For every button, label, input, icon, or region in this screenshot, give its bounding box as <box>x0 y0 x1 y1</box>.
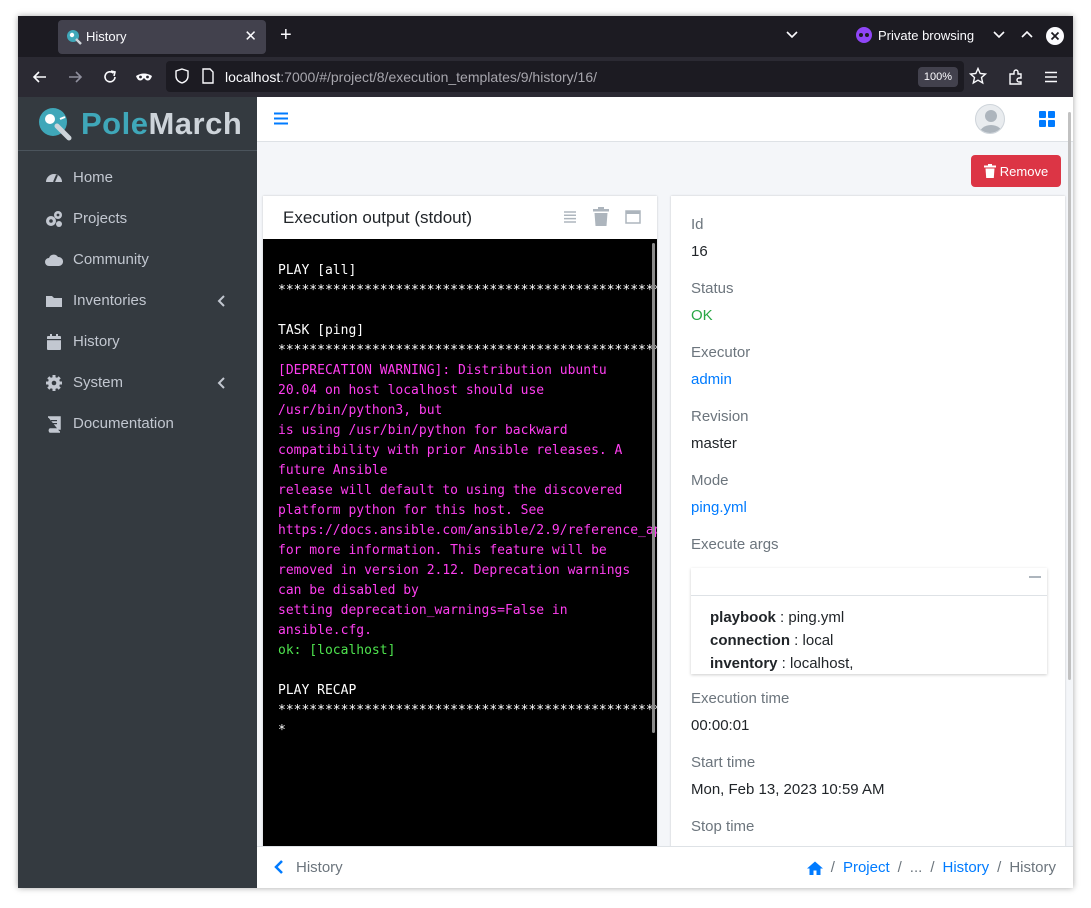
page-icon <box>202 68 214 84</box>
extensions-puzzle-icon[interactable] <box>1007 68 1025 86</box>
private-browsing-indicator: Private browsing <box>856 27 974 43</box>
navigation-bar: localhost:7000/#/project/8/execution_tem… <box>18 57 1073 97</box>
field-execution-time: Execution time 00:00:01 <box>691 690 790 734</box>
field-revision: Revision master <box>691 408 749 452</box>
chevron-left-icon[interactable] <box>217 377 227 389</box>
executor-link[interactable]: admin <box>691 371 750 388</box>
field-status: Status OK <box>691 280 734 324</box>
user-avatar-icon <box>979 110 1003 133</box>
sidebar-item-inventories[interactable]: Inventories <box>18 280 257 321</box>
new-tab-icon[interactable]: + <box>280 24 292 46</box>
brand[interactable]: PoleMarch <box>18 97 257 151</box>
tab-bar: History ✕ + Private browsing <box>18 16 1073 57</box>
breadcrumb-ellipsis[interactable]: ... <box>910 859 923 876</box>
shield-icon[interactable] <box>174 68 190 84</box>
folder-icon <box>46 296 62 307</box>
brand-name: PoleMarch <box>81 106 243 141</box>
sidebar-menu: Home Projects Community Inventories Hist… <box>18 157 257 444</box>
polemarch-favicon-icon <box>67 30 82 45</box>
execute-args-box: playbook : ping.yml connection : local i… <box>691 568 1047 674</box>
sidebar: PoleMarch Home Projects Community Invent… <box>18 97 257 888</box>
field-executor: Executor admin <box>691 344 751 388</box>
mode-link[interactable]: ping.yml <box>691 499 747 516</box>
sidebar-item-projects[interactable]: Projects <box>18 198 257 239</box>
back-arrow-icon[interactable] <box>31 68 49 86</box>
forward-arrow-icon[interactable] <box>66 68 84 86</box>
terminal-lines-recap: PLAY RECAP *****************************… <box>278 683 657 738</box>
args-box-header <box>691 568 1047 596</box>
top-header <box>257 97 1073 142</box>
polemarch-logo-icon <box>39 108 72 141</box>
chevron-left-icon[interactable] <box>217 295 227 307</box>
hamburger-menu-icon[interactable] <box>274 112 288 125</box>
private-mask-icon <box>856 27 872 43</box>
field-start-time: Start time Mon, Feb 13, 2023 10:59 AM <box>691 754 885 798</box>
bookmark-star-icon[interactable] <box>969 67 987 85</box>
clear-trash-icon[interactable] <box>593 207 609 226</box>
sidebar-item-history[interactable]: History <box>18 321 257 362</box>
terminal-lines-top: PLAY [all] *****************************… <box>278 263 657 358</box>
app-menu-icon[interactable] <box>1042 68 1060 86</box>
browser-window: History ✕ + Private browsing localhost:7… <box>18 16 1073 888</box>
sidebar-item-documentation[interactable]: Documentation <box>18 403 257 444</box>
tab-close-icon[interactable]: ✕ <box>244 27 257 45</box>
args-list: playbook : ping.yml connection : local i… <box>691 596 1047 675</box>
trash-icon <box>983 164 996 178</box>
details-scrollbar[interactable] <box>1068 112 1071 680</box>
zoom-level[interactable]: 100% <box>918 67 958 87</box>
execution-output-card: Execution output (stdout) PLAY [all] ***… <box>263 196 657 888</box>
collapse-minus-icon[interactable] <box>1029 576 1041 578</box>
back-chevron-icon[interactable] <box>274 859 284 875</box>
cloud-icon <box>45 254 63 266</box>
remove-button[interactable]: Remove <box>971 155 1061 187</box>
fullscreen-window-icon[interactable] <box>625 209 641 225</box>
ok-line: ok: [localhost] <box>278 643 396 658</box>
footer: History / Project / ... / History / Hist… <box>257 846 1073 888</box>
home-icon[interactable] <box>806 861 823 875</box>
gear-icon <box>46 375 62 391</box>
lines-icon[interactable] <box>562 209 578 225</box>
maximize-chevron-icon[interactable] <box>1018 26 1036 44</box>
sidebar-item-community[interactable]: Community <box>18 239 257 280</box>
list-item: playbook : ping.yml <box>710 609 845 626</box>
status-badge: OK <box>691 307 713 324</box>
tab-list-chevron-icon[interactable] <box>783 26 801 44</box>
deprecation-warning: [DEPRECATION WARNING]: Distribution ubun… <box>278 363 657 638</box>
list-item: connection : local <box>710 632 834 649</box>
breadcrumb-history-link[interactable]: History <box>942 859 989 876</box>
field-id: Id 16 <box>691 216 708 260</box>
calendar-icon <box>47 334 61 350</box>
terminal-output[interactable]: PLAY [all] *****************************… <box>263 239 657 888</box>
reload-icon[interactable] <box>101 68 119 86</box>
tab-title: History <box>86 29 127 44</box>
url-text[interactable]: localhost:7000/#/project/8/execution_tem… <box>225 69 597 85</box>
field-mode: Mode ping.yml <box>691 472 747 516</box>
breadcrumb-current: History <box>1009 859 1056 876</box>
book-icon <box>48 416 61 433</box>
list-item: inventory : localhost, <box>710 655 854 672</box>
minimize-chevron-icon[interactable] <box>990 26 1008 44</box>
avatar[interactable] <box>975 104 1005 134</box>
browser-tab[interactable]: History ✕ <box>58 20 266 54</box>
terminal-text: PLAY [all] *****************************… <box>278 261 657 741</box>
details-card: Id 16 Status OK Executor admin Revision … <box>671 196 1065 888</box>
remove-button-label: Remove <box>999 163 1049 179</box>
window-close-icon[interactable] <box>1046 27 1064 45</box>
terminal-scrollbar[interactable] <box>652 243 655 733</box>
cogs-icon <box>46 211 62 227</box>
field-stop-time: Stop time <box>691 818 755 835</box>
private-mask-toolbar-icon <box>136 73 152 81</box>
output-card-title: Execution output (stdout) <box>283 208 473 227</box>
apps-grid-icon[interactable] <box>1039 111 1055 127</box>
back-link[interactable]: History <box>296 859 343 876</box>
tachometer-icon <box>46 174 62 183</box>
field-execute-args: Execute args <box>691 536 779 553</box>
url-bar[interactable]: localhost:7000/#/project/8/execution_tem… <box>166 61 987 92</box>
breadcrumb-project[interactable]: Project <box>843 859 890 876</box>
breadcrumb: / Project / ... / History / History <box>806 859 1056 876</box>
sidebar-item-home[interactable]: Home <box>18 157 257 198</box>
private-browsing-label: Private browsing <box>878 27 975 43</box>
sidebar-item-system[interactable]: System <box>18 362 257 403</box>
